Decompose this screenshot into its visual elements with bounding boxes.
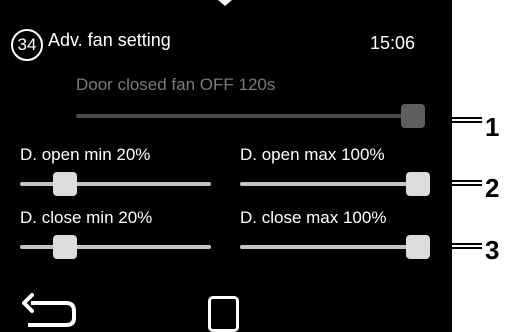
- slider-track: [240, 245, 430, 249]
- slider-thumb[interactable]: [406, 172, 430, 196]
- callout-line-2: [442, 180, 482, 186]
- page-number-badge: 34: [11, 29, 43, 61]
- close-max-slider[interactable]: [240, 235, 430, 259]
- home-button[interactable]: [206, 294, 240, 332]
- device-screen: 34 Adv. fan setting 15:06 Door closed fa…: [0, 0, 452, 332]
- close-min-label: D. close min 20%: [20, 208, 153, 227]
- slider-track: [76, 114, 425, 118]
- open-max-label: D. open max 100%: [240, 145, 385, 164]
- back-button[interactable]: [22, 292, 78, 332]
- close-max-label: D. close max 100%: [240, 208, 387, 227]
- callout-number-1: 1: [485, 112, 500, 142]
- open-min-label: D. open min 20%: [20, 145, 151, 164]
- top-notch-marker: [218, 0, 232, 6]
- callout-number-3: 3: [485, 235, 500, 265]
- slider-track: [20, 245, 211, 249]
- door-closed-fan-off-label: Door closed fan OFF 120s: [76, 75, 276, 94]
- slider-thumb[interactable]: [53, 235, 78, 259]
- home-square-icon: [208, 296, 239, 332]
- slider-thumb[interactable]: [406, 235, 430, 259]
- slider-thumb[interactable]: [53, 172, 78, 196]
- page-title: Adv. fan setting: [48, 30, 171, 50]
- open-min-slider[interactable]: [20, 172, 211, 196]
- back-arrow-icon: [22, 293, 76, 327]
- door-closed-fan-off-slider[interactable]: [76, 104, 425, 128]
- clock: 15:06: [370, 33, 416, 53]
- slider-thumb[interactable]: [401, 104, 425, 128]
- callout-line-1: [442, 117, 482, 123]
- callout-line-3: [442, 243, 482, 249]
- slider-track: [20, 182, 211, 186]
- close-min-slider[interactable]: [20, 235, 211, 259]
- open-max-slider[interactable]: [240, 172, 430, 196]
- callout-number-2: 2: [485, 173, 500, 203]
- slider-track: [240, 182, 430, 186]
